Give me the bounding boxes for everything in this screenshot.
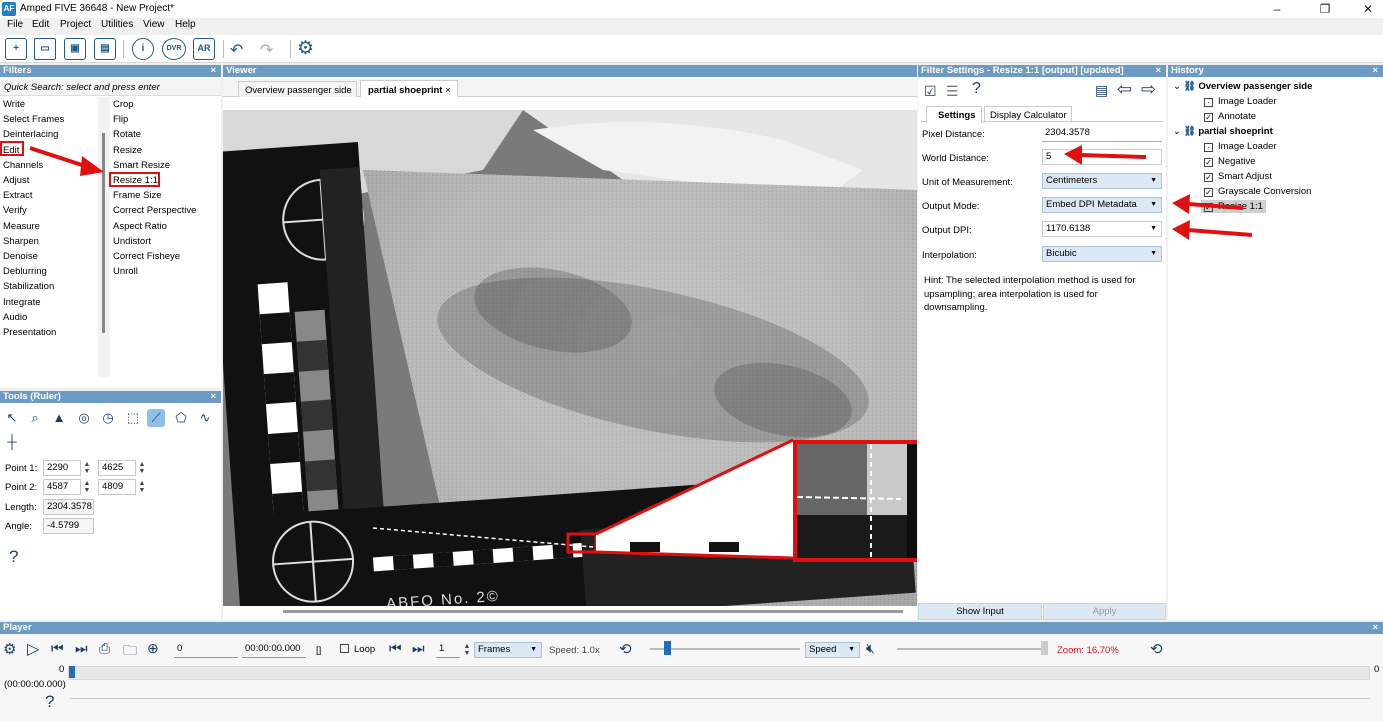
speed-mode-value: Speed <box>809 644 837 655</box>
time-input[interactable]: 00:00:00.000 <box>242 642 306 658</box>
speed-mode-select[interactable]: Speed ▼ <box>805 642 860 658</box>
add-icon[interactable]: ⊕ <box>147 640 159 657</box>
step-back-icon[interactable]: ⏮ <box>389 640 402 657</box>
zoom-label: Zoom: 16.70% <box>1057 645 1119 656</box>
divider <box>70 698 1370 699</box>
loop-checkbox[interactable]: Loop <box>340 644 375 655</box>
player-settings-icon[interactable]: ⚙ <box>3 640 16 658</box>
help-icon[interactable]: ? <box>45 692 54 712</box>
mark-brackets[interactable]: [] <box>316 645 321 656</box>
unit-select[interactable]: Frames ▼ <box>474 642 542 658</box>
step-forward-icon[interactable]: ⏭ <box>412 640 425 657</box>
timeline-end: 0 <box>1374 664 1380 675</box>
checkbox-icon[interactable] <box>340 644 349 653</box>
play-icon[interactable]: ▷ <box>27 639 39 659</box>
reset-speed-icon[interactable]: ⟲ <box>619 640 632 658</box>
mute-icon[interactable]: 🔇︎ <box>866 640 875 657</box>
player-title: Player <box>3 622 32 633</box>
reset-zoom-icon[interactable]: ⟲ <box>1150 640 1163 658</box>
volume-slider[interactable] <box>897 648 1047 650</box>
close-icon[interactable]: × <box>1372 622 1378 634</box>
timeline-handle[interactable] <box>69 666 75 678</box>
unit-value: Frames <box>478 644 511 655</box>
volume-slider-handle[interactable] <box>1041 641 1048 655</box>
open-folder-icon[interactable]: 🗀 <box>123 640 137 664</box>
snapshot-icon[interactable]: ⎙ <box>99 640 110 657</box>
timecode: (00:00:00.000) <box>4 679 66 690</box>
frame-input[interactable]: 0 <box>174 642 238 658</box>
chevron-down-icon: ▼ <box>530 646 537 653</box>
loop-label: Loop <box>354 644 376 655</box>
annotation-arrows <box>29 145 1253 240</box>
speed-slider[interactable] <box>650 648 800 650</box>
chevron-down-icon: ▼ <box>848 646 855 653</box>
first-frame-icon[interactable]: ⏮ <box>51 640 64 657</box>
timeline-bar[interactable] <box>68 666 1370 680</box>
spinner-icon[interactable]: ▲ ▼ <box>461 643 473 657</box>
speed-slider-handle[interactable] <box>664 641 671 655</box>
timeline-start: 0 <box>59 664 65 675</box>
speed-label: Speed: 1.0x <box>549 645 600 656</box>
last-frame-icon[interactable]: ⏭ <box>75 640 88 657</box>
step-input[interactable]: 1 <box>436 642 460 658</box>
